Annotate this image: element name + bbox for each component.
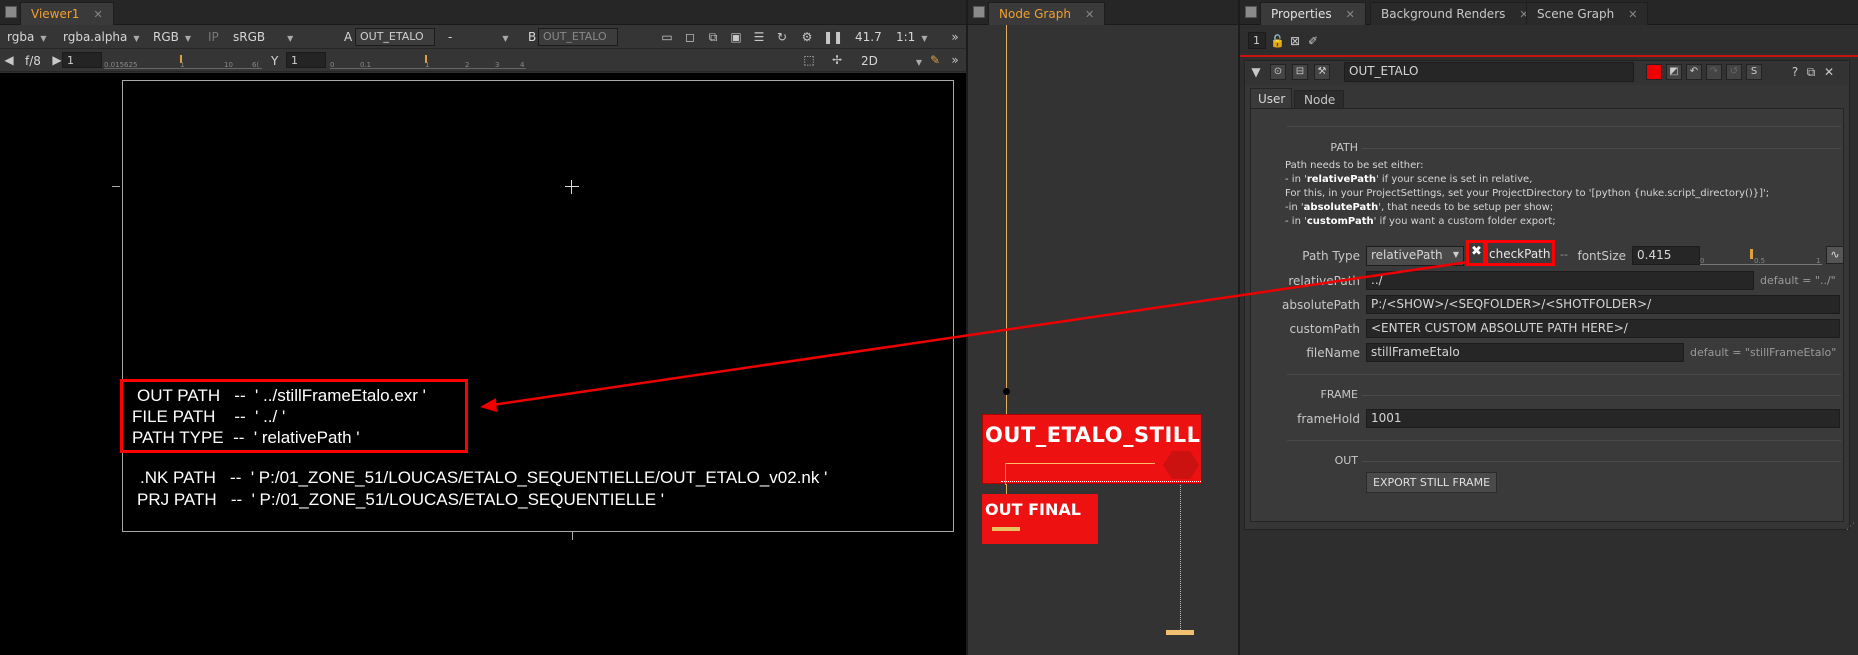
annotation-arrow-line bbox=[491, 260, 1469, 407]
annotation-arrow-head bbox=[480, 398, 497, 412]
annotation-arrow bbox=[480, 260, 1469, 412]
